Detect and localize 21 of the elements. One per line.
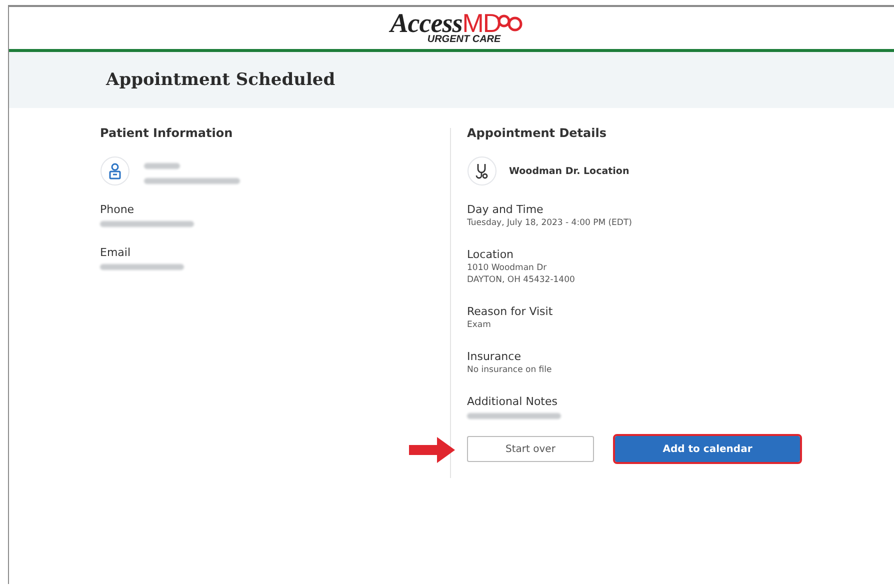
field-value: No insurance on file <box>467 364 553 376</box>
add-to-calendar-button[interactable]: Add to calendar <box>615 436 800 462</box>
person-icon <box>100 156 130 186</box>
page-title: Appointment Scheduled <box>106 70 336 90</box>
field-label: Location <box>467 248 515 262</box>
field-value: 1010 Woodman Dr <box>467 262 548 274</box>
field-value: Tuesday, July 18, 2023 - 4:00 PM (EDT) <box>467 217 633 229</box>
field-value: Exam <box>467 319 492 331</box>
field-label: Reason for Visit <box>467 305 554 319</box>
start-over-button[interactable]: Start over <box>467 436 594 462</box>
section-heading: Appointment Details <box>467 126 608 140</box>
field-value: DAYTON, OH 45432-1400 <box>467 274 576 286</box>
logo[interactable]: AccessMD URGENT CARE <box>390 11 523 45</box>
field-label: Email <box>100 246 132 260</box>
location-name: Woodman Dr. Location <box>509 166 630 176</box>
field-label: Phone <box>100 203 136 217</box>
section-heading: Patient Information <box>100 126 234 140</box>
stethoscope-icon <box>467 156 497 186</box>
field-label: Additional Notes <box>467 395 558 409</box>
field-label: Insurance <box>467 350 522 364</box>
field-label: Day and Time <box>467 203 544 217</box>
